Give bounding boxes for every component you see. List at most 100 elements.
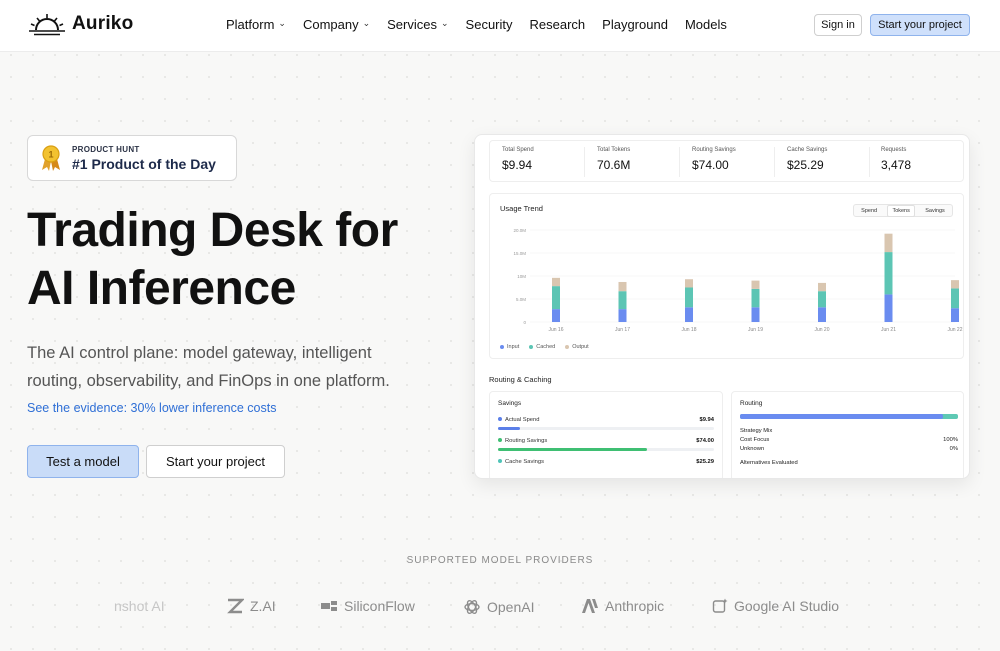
- providers-strip: nshot AI Z.AI SiliconFlow OpenAI Anthrop…: [0, 598, 1000, 622]
- usage-trend-chart: 0 5.0M 10M 15.0M 20.0M Jun 16 Jun 17 Jun 18 Jun …: [513, 228, 962, 333]
- top-nav: Auriko Platform ⌄ Company ⌄ Services ⌄ Secu…: [0, 0, 1000, 52]
- bar-segment-input: [552, 309, 560, 322]
- stat-value: $25.29: [787, 158, 824, 172]
- nav-playground-label: Playground: [602, 17, 668, 32]
- bar-segment-cached: [685, 287, 693, 308]
- routing-value: 0%: [949, 446, 958, 452]
- nav-security-label: Security: [465, 17, 513, 32]
- nav-links: Platform ⌄ Company ⌄ Services ⌄ Security Re…: [226, 17, 727, 32]
- start-project-nav-button[interactable]: Start your project: [870, 14, 970, 36]
- bar-segment-input: [951, 308, 959, 322]
- stat-label: Requests: [881, 147, 907, 153]
- legend-cached: Cached: [529, 344, 555, 350]
- stat-label: Total Spend: [502, 147, 534, 153]
- bar-segment-input: [884, 294, 893, 322]
- legend-label: Output: [572, 344, 589, 350]
- stat-label: Total Tokens: [597, 147, 631, 153]
- brand-logo[interactable]: Auriko: [28, 12, 133, 36]
- bar-segment-output: [685, 279, 693, 288]
- stat-cache-savings: Cache Savings $25.29: [787, 147, 827, 172]
- savings-label: Routing Savings: [505, 438, 548, 444]
- provider-moonshot: nshot AI: [114, 598, 165, 614]
- provider-name: Anthropic: [605, 598, 665, 614]
- nav-security[interactable]: Security: [466, 17, 513, 32]
- divider: [774, 147, 775, 177]
- provider-name: nshot AI: [114, 598, 165, 614]
- x-tick-label: Jun 20: [814, 327, 829, 333]
- product-hunt-badge[interactable]: 1 PRODUCT HUNT #1 Product of the Day: [27, 135, 237, 181]
- nav-playground[interactable]: Playground: [602, 17, 668, 32]
- hero-title: Trading Desk for AI Inference: [27, 202, 457, 318]
- y-tick-label: 0: [523, 320, 526, 325]
- nav-company[interactable]: Company ⌄: [303, 17, 370, 32]
- stat-value: 70.6M: [597, 158, 631, 172]
- start-project-hero-button[interactable]: Start your project: [146, 445, 285, 478]
- stat-requests: Requests 3,478: [881, 147, 911, 172]
- nav-models[interactable]: Models: [685, 17, 727, 32]
- divider: [869, 147, 870, 177]
- legend-output: Output: [565, 344, 589, 350]
- providers-title: SUPPORTED MODEL PROVIDERS: [406, 555, 594, 566]
- alternatives-evaluated-label: Alternatives Evaluated: [740, 460, 798, 466]
- nav-services-label: Services: [387, 17, 437, 32]
- savings-label: Actual Spend: [505, 417, 540, 423]
- y-tick-label: 5.0M: [516, 297, 526, 302]
- provider-google-ai-studio: Google AI Studio: [712, 598, 839, 614]
- savings-bar-fill: [498, 448, 648, 451]
- bar-segment-cached: [951, 288, 959, 309]
- chart-legend: Input Cached Output: [500, 344, 589, 350]
- savings-row-actual: Actual Spend $9.94: [498, 417, 714, 423]
- savings-bar-fill: [498, 427, 520, 430]
- legend-swatch: [565, 345, 570, 349]
- sunrise-logo-icon: [29, 14, 65, 36]
- bar-segment-output: [884, 233, 893, 253]
- nav-platform[interactable]: Platform ⌄: [226, 17, 286, 32]
- x-tick-label: Jun 16: [548, 327, 563, 333]
- bar-segment-output: [552, 277, 560, 287]
- x-tick-label: Jun 18: [681, 327, 696, 333]
- bar-segment-cached: [818, 291, 826, 308]
- routing-card: Routing Strategy Mix Cost Focus 100% Unkn…: [731, 391, 964, 478]
- sign-in-button[interactable]: Sign in: [814, 14, 862, 36]
- routing-bar-fill: [740, 414, 943, 419]
- savings-card: Savings Actual Spend $9.94 Routing Savin…: [489, 391, 723, 478]
- legend-label: Input: [507, 344, 520, 350]
- svg-text:1: 1: [48, 150, 53, 160]
- stat-value: $74.00: [692, 158, 729, 172]
- nav-research-label: Research: [529, 17, 586, 32]
- evidence-link[interactable]: See the evidence: 30% lower inference co…: [27, 401, 276, 415]
- savings-label: Cache Savings: [505, 459, 544, 465]
- routing-caching-title: Routing & Caching: [489, 375, 552, 384]
- nav-services[interactable]: Services ⌄: [387, 17, 448, 32]
- nav-research[interactable]: Research: [530, 17, 586, 32]
- bar-segment-cached: [751, 288, 760, 308]
- stat-value: $9.94: [502, 158, 533, 172]
- openai-logo-icon: [464, 600, 480, 614]
- test-model-button[interactable]: Test a model: [27, 445, 139, 478]
- hero-title-line-2: AI Inference: [27, 262, 296, 315]
- legend-swatch: [529, 345, 534, 349]
- legend-swatch: [500, 345, 504, 349]
- hero-subtitle: The AI control plane: model gateway, int…: [27, 344, 390, 390]
- nav-models-label: Models: [684, 17, 727, 32]
- provider-name: Google AI Studio: [734, 598, 840, 614]
- chevron-down-icon: ⌄: [362, 18, 371, 28]
- badge-text: PRODUCT HUNT #1 Product of the Day: [72, 145, 216, 172]
- routing-row-unknown: Unknown 0%: [740, 446, 958, 452]
- savings-row-cache: Cache Savings $25.29: [498, 459, 714, 465]
- routing-row-cost-focus: Cost Focus 100%: [740, 437, 958, 443]
- status-dot: [498, 438, 502, 443]
- provider-name: SiliconFlow: [344, 598, 415, 614]
- hero-title-line-1: Trading Desk for: [27, 204, 398, 257]
- provider-name: Z.AI: [250, 598, 276, 614]
- savings-value: $25.29: [696, 459, 714, 465]
- stat-label: Cache Savings: [787, 147, 828, 153]
- provider-name: OpenAI: [487, 599, 535, 615]
- bar-segment-cached: [618, 291, 627, 310]
- anthropic-logo-icon: [582, 599, 598, 613]
- x-tick-label: Jun 17: [615, 327, 630, 333]
- provider-anthropic: Anthropic: [581, 598, 664, 614]
- x-tick-label: Jun 22: [947, 327, 962, 333]
- provider-siliconflow: SiliconFlow: [320, 598, 415, 614]
- routing-value: 100%: [943, 437, 958, 443]
